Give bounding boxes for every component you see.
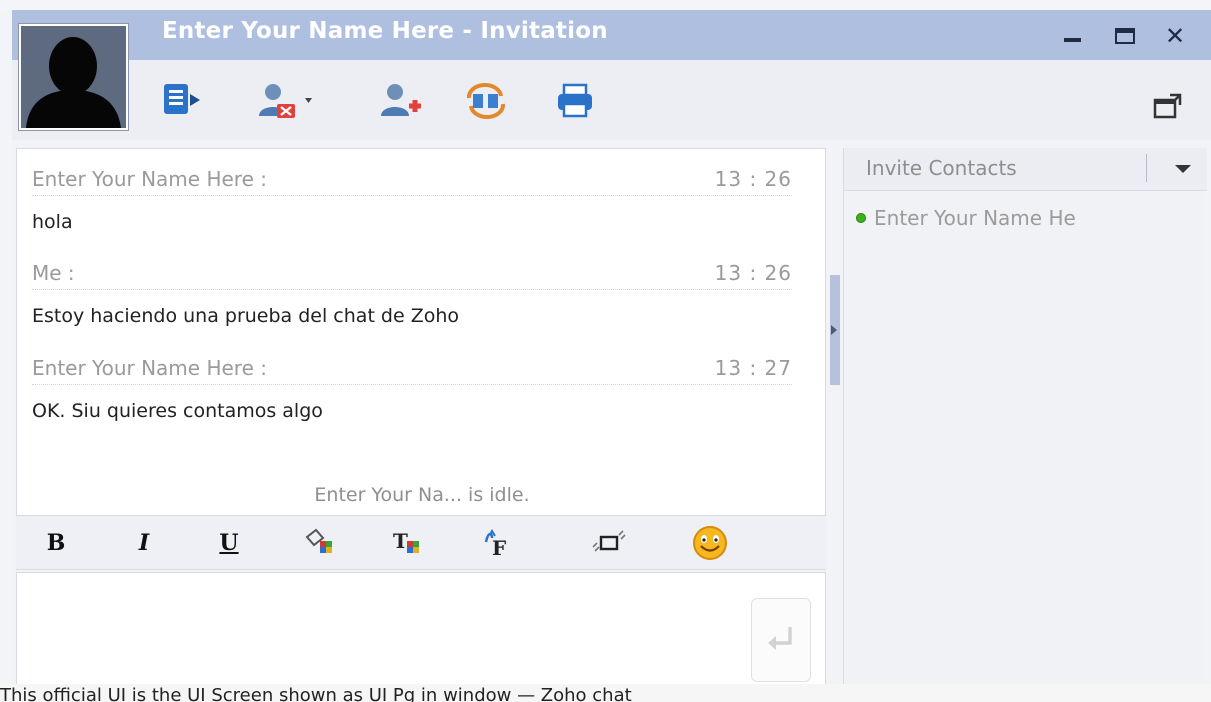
bold-button[interactable]: B xyxy=(36,523,76,563)
dropdown-arrow-button[interactable] xyxy=(1170,156,1196,182)
svg-text:T: T xyxy=(393,529,408,553)
pane-splitter[interactable] xyxy=(830,275,840,385)
paint-bucket-icon xyxy=(305,528,332,553)
italic-button[interactable]: I xyxy=(124,523,164,563)
invite-contacts-header[interactable]: Invite Contacts xyxy=(844,148,1207,191)
add-user-icon xyxy=(381,84,421,116)
emoticon-button[interactable] xyxy=(690,523,730,563)
online-status-icon xyxy=(856,213,866,223)
chat-message: Enter Your Name Here : 13 : 27 OK. Siu q… xyxy=(32,356,792,422)
chat-message: Enter Your Name Here : 13 : 26 hola xyxy=(32,167,792,233)
title-bar[interactable]: Enter Your Name Here - Invitation ✕ xyxy=(12,10,1211,60)
avatar xyxy=(19,24,128,130)
remove-user-button[interactable] xyxy=(255,80,323,122)
screenshot-stage: Enter Your Name Here - Invitation ✕ Ente… xyxy=(0,0,1211,702)
chat-history[interactable]: Enter Your Name Here : 13 : 26 hola Me :… xyxy=(16,148,826,516)
add-user-button[interactable] xyxy=(377,80,429,122)
send-button[interactable] xyxy=(751,598,811,682)
message-text: OK. Siu quieres contamos algo xyxy=(32,400,323,422)
smiley-icon xyxy=(693,526,727,560)
enter-arrow-icon xyxy=(768,627,792,650)
message-sender: Me : xyxy=(32,261,75,285)
message-time: 13 : 27 xyxy=(714,356,792,380)
background-color-button[interactable] xyxy=(300,523,340,563)
format-toolbar: B I U T F xyxy=(16,516,826,570)
underline-button[interactable]: U xyxy=(209,523,249,563)
exchange-button[interactable] xyxy=(461,80,511,122)
font-icon: F xyxy=(484,528,506,558)
message-sender: Enter Your Name Here : xyxy=(32,167,267,191)
message-time: 13 : 26 xyxy=(714,261,792,285)
close-icon: ✕ xyxy=(1164,22,1186,50)
contact-name: Enter Your Name He xyxy=(874,206,1076,230)
contacts-panel: Invite Contacts Enter Your Name He xyxy=(843,148,1207,702)
popout-icon xyxy=(1153,93,1182,119)
message-time: 13 : 26 xyxy=(714,167,792,191)
svg-text:F: F xyxy=(492,536,506,558)
send-file-icon xyxy=(164,84,200,114)
chat-message: Me : 13 : 26 Estoy haciendo una prueba d… xyxy=(32,261,792,327)
expand-arrow-icon xyxy=(831,325,837,335)
minimize-button[interactable] xyxy=(1059,23,1085,49)
user-silhouette-icon xyxy=(21,26,126,128)
text-color-button[interactable]: T xyxy=(389,523,429,563)
close-button[interactable]: ✕ xyxy=(1162,22,1188,50)
message-header: Enter Your Name Here : 13 : 27 xyxy=(32,356,792,385)
print-icon xyxy=(558,83,592,118)
nudge-icon xyxy=(592,530,626,552)
remove-user-icon xyxy=(259,84,312,118)
chat-window: Enter Your Name Here - Invitation ✕ Ente… xyxy=(12,10,1211,702)
send-file-button[interactable] xyxy=(160,80,210,122)
window-title: Enter Your Name Here - Invitation xyxy=(162,18,608,44)
top-strip xyxy=(0,0,1211,10)
font-button[interactable]: F xyxy=(478,523,518,563)
message-sender: Enter Your Name Here : xyxy=(32,356,267,380)
toolbar xyxy=(12,60,1211,140)
nudge-button[interactable] xyxy=(589,523,629,563)
exchange-icon xyxy=(466,83,506,119)
divider xyxy=(1146,154,1147,182)
minimize-icon xyxy=(1063,38,1081,42)
chevron-down-icon xyxy=(1175,165,1191,173)
message-text: hola xyxy=(32,211,73,233)
invite-contacts-label: Invite Contacts xyxy=(866,156,1017,180)
contact-item[interactable]: Enter Your Name He xyxy=(856,206,1076,230)
message-header: Enter Your Name Here : 13 : 26 xyxy=(32,167,792,196)
message-header: Me : 13 : 26 xyxy=(32,261,792,290)
maximize-button[interactable] xyxy=(1112,23,1138,49)
text-color-icon: T xyxy=(393,529,419,553)
maximize-icon xyxy=(1115,28,1135,44)
message-text: Estoy haciendo una prueba del chat de Zo… xyxy=(32,305,460,327)
print-button[interactable] xyxy=(554,80,596,122)
popout-button[interactable] xyxy=(1152,91,1184,121)
message-input[interactable] xyxy=(16,572,826,702)
idle-status: Enter Your Na... is idle. xyxy=(314,484,530,506)
left-strip xyxy=(0,10,12,702)
caption-text: This official UI is the UI Screen shown … xyxy=(0,684,1211,702)
